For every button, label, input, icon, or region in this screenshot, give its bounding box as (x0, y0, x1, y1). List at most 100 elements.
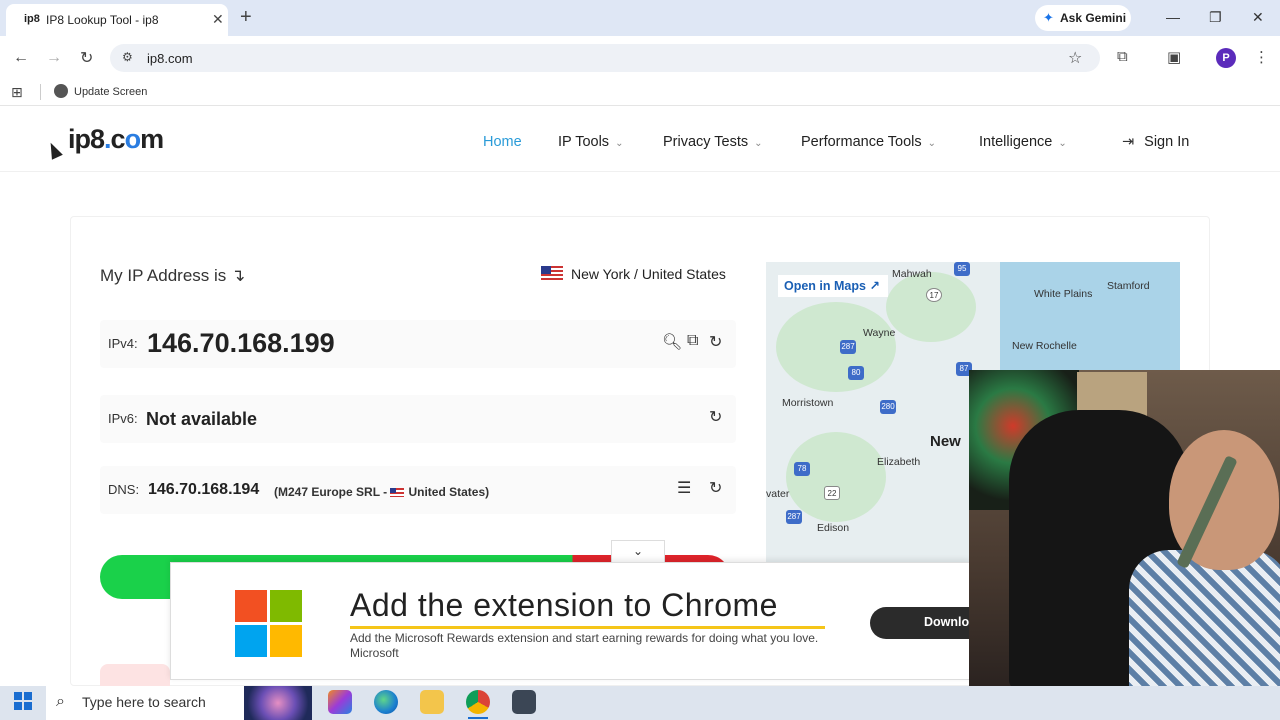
site-header (0, 112, 1280, 172)
route-shield-icon: 95 (954, 262, 970, 276)
camera-icon[interactable] (512, 690, 536, 714)
open-in-maps-link[interactable]: Open in Maps ↗ (778, 275, 888, 297)
chrome-icon[interactable] (466, 690, 490, 719)
dns-provider-name: (M247 Europe SRL - (274, 485, 391, 499)
nav-ip-tools[interactable]: IP Tools ⌄ (558, 134, 623, 150)
browser-tab[interactable]: ip8 IP8 Lookup Tool - ip8 ✕ (6, 4, 228, 36)
route-shield-icon: 287 (786, 510, 802, 524)
logo-end: m (140, 124, 164, 154)
ip8-favicon-icon: ip8 (24, 13, 40, 25)
popup-title: Add the extension to Chrome (350, 587, 778, 623)
logo-tail: c (110, 124, 126, 154)
ask-gemini-label: Ask Gemini (1060, 11, 1127, 25)
map-park (886, 272, 976, 342)
search-highlight-image (244, 686, 312, 720)
map-label: New Rochelle (1012, 340, 1077, 352)
ipv6-value: Not available (146, 409, 258, 429)
webcam-person-shirt (1129, 550, 1280, 686)
nav-ip-tools-label: IP Tools (558, 134, 610, 150)
start-pane (24, 702, 32, 710)
taskbar-search-placeholder: Type here to search (82, 694, 206, 710)
minimize-icon[interactable]: — (1166, 9, 1180, 25)
apps-grid-icon[interactable]: ⊞ (11, 84, 23, 101)
side-panel-icon[interactable]: ▣ (1167, 48, 1181, 66)
nav-performance-tools-label: Performance Tools (801, 134, 922, 150)
globe-icon (54, 84, 68, 98)
nav-intelligence[interactable]: Intelligence ⌄ (979, 134, 1067, 150)
bookmark-update-screen[interactable]: Update Screen (54, 84, 147, 98)
webcam-overlay (969, 370, 1280, 686)
ms-logo-blue (235, 625, 267, 657)
forward-icon[interactable]: → (46, 49, 62, 67)
popup-description: Add the Microsoft Rewards extension and … (350, 631, 819, 660)
route-shield-icon: 80 (848, 366, 864, 380)
nav-home-label: Home (483, 134, 522, 150)
map-label: Edison (817, 522, 850, 534)
address-bar[interactable]: ⚙ ip8.com ☆ (110, 44, 1100, 72)
ip8-logo[interactable]: ip8.com (68, 124, 164, 155)
copilot-icon[interactable] (328, 690, 352, 714)
back-icon[interactable]: ← (13, 49, 29, 67)
chevron-down-icon: ⌄ (632, 544, 644, 558)
new-tab-icon[interactable]: + (240, 6, 252, 29)
sign-in-link[interactable]: ⇥ Sign In (1122, 134, 1189, 150)
route-shield-icon: 17 (926, 288, 942, 302)
nav-privacy-tests[interactable]: Privacy Tests ⌄ (663, 134, 763, 150)
map-park (776, 302, 896, 392)
maximize-icon[interactable]: ❐ (1209, 9, 1222, 26)
refresh-icon[interactable]: ↻ (709, 332, 722, 352)
us-flag-icon (541, 266, 563, 281)
dns-row: DNS: 146.70.168.194 (M247 Europe SRL - U… (100, 466, 736, 514)
bookmarks-divider (40, 84, 41, 100)
microsoft-logo-icon (235, 590, 302, 657)
close-window-icon[interactable]: ✕ (1252, 9, 1264, 26)
bookmark-label: Update Screen (74, 86, 148, 98)
chat-details-icon[interactable]: ☰ (677, 478, 691, 498)
profile-avatar[interactable]: P (1216, 48, 1236, 68)
logo-o: o (124, 124, 141, 154)
start-pane (14, 692, 22, 700)
ms-logo-green (270, 590, 302, 622)
map-label: Elizabeth (877, 456, 921, 468)
nav-home[interactable]: Home (483, 134, 522, 150)
menu-kebab-icon[interactable]: ⋮ (1254, 48, 1269, 66)
location-indicator: New York / United States (541, 266, 726, 282)
site-settings-icon[interactable]: ⚙ (122, 50, 133, 64)
file-explorer-icon[interactable] (420, 690, 444, 714)
route-shield-icon: 287 (840, 340, 856, 354)
close-tab-icon[interactable]: ✕ (212, 11, 224, 28)
open-in-maps-label: Open in Maps (784, 279, 866, 293)
us-flag-icon (390, 488, 405, 497)
tab-title: IP8 Lookup Tool - ip8 (46, 13, 159, 27)
dns-provider-country: United States) (408, 485, 490, 499)
edge-icon[interactable] (374, 690, 398, 714)
route-shield-icon: 280 (880, 400, 896, 414)
search-icon: ⌕ (56, 693, 65, 710)
search-icon[interactable]: 🔍︎ (662, 332, 682, 352)
ask-gemini-button[interactable]: ✦ Ask Gemini (1035, 5, 1131, 31)
dns-label: DNS: (108, 482, 140, 497)
windows-start-icon[interactable] (14, 692, 32, 710)
ms-logo-red (235, 590, 267, 622)
bookmark-star-icon[interactable]: ☆ (1068, 48, 1082, 68)
chevron-down-icon: ⌄ (615, 138, 624, 149)
nav-performance-tools[interactable]: Performance Tools ⌄ (801, 134, 936, 150)
chevron-down-icon: ⌄ (1058, 138, 1067, 149)
nav-intelligence-label: Intelligence (979, 134, 1053, 150)
map-label: Morristown (782, 397, 834, 409)
map-label: vater (766, 488, 790, 500)
copy-icon[interactable]: ⧉ (687, 332, 698, 350)
popup-title-underline (350, 626, 825, 629)
refresh-icon[interactable]: ↻ (709, 407, 722, 427)
extensions-icon[interactable]: ⧉ (1117, 48, 1128, 65)
refresh-icon[interactable]: ↻ (709, 478, 722, 498)
turn-down-arrow-icon: ↴ (231, 266, 246, 285)
taskbar-search-box[interactable]: ⌕ Type here to search (46, 686, 312, 720)
start-pane (24, 692, 32, 700)
collapse-popup-button[interactable]: ⌄ (611, 540, 665, 562)
ipv6-row: IPv6: Not available ↻ (100, 395, 736, 443)
sign-in-label: Sign In (1144, 134, 1190, 150)
reload-icon[interactable]: ↻ (80, 48, 93, 68)
route-shield-icon: 78 (794, 462, 810, 476)
my-ip-heading-text: My IP Address is (100, 266, 227, 285)
